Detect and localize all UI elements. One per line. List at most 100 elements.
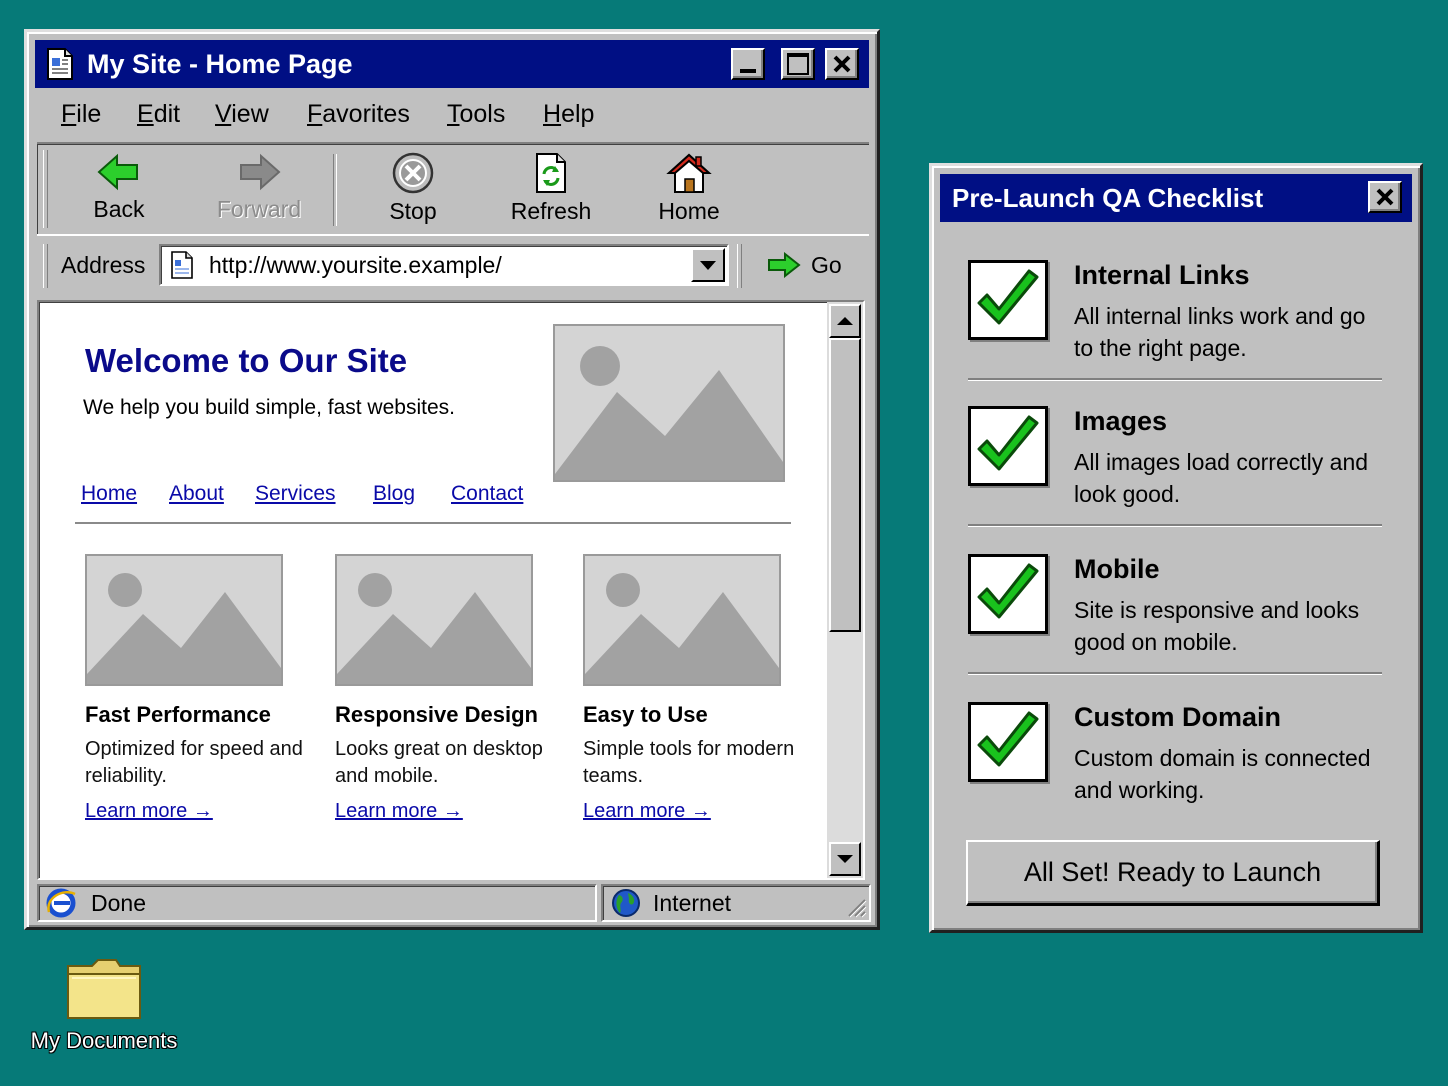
- menu-view[interactable]: View: [215, 100, 269, 129]
- card-learn-more-link[interactable]: Learn more →: [583, 800, 711, 823]
- page-heading: Welcome to Our Site: [85, 342, 408, 379]
- qa-close-button[interactable]: [1368, 181, 1402, 213]
- go-grip: [737, 244, 742, 288]
- checkmark-icon: [977, 711, 1039, 767]
- hero-image-placeholder: [553, 324, 785, 482]
- stop-button[interactable]: Stop: [353, 152, 473, 225]
- menu-edit[interactable]: Edit: [137, 100, 180, 129]
- image-placeholder-icon: [87, 573, 281, 684]
- back-button[interactable]: Back: [59, 152, 179, 223]
- qa-checkbox[interactable]: [968, 554, 1048, 634]
- qa-item-desc: All images load correctly and look good.: [1074, 449, 1369, 507]
- close-icon: [1376, 188, 1394, 206]
- toolbar-separator: [333, 154, 337, 226]
- minimize-button[interactable]: [731, 48, 765, 80]
- menu-favorites[interactable]: Favorites: [307, 100, 410, 129]
- card-title: Fast Performance: [85, 702, 271, 727]
- qa-checkbox[interactable]: [968, 702, 1048, 782]
- nav-link-services[interactable]: Services: [255, 482, 336, 506]
- checkmark-icon: [977, 563, 1039, 619]
- go-button[interactable]: Go: [759, 244, 855, 286]
- qa-item-title: Mobile: [1074, 554, 1160, 584]
- qa-titlebar[interactable]: Pre-Launch QA Checklist: [940, 174, 1412, 222]
- arrow-up-icon: [837, 317, 853, 325]
- browser-title: My Site - Home Page: [87, 48, 353, 79]
- status-bar: Done Internet: [37, 884, 871, 922]
- nav-link-contact[interactable]: Contact: [451, 482, 523, 506]
- status-panel-zone: Internet: [601, 884, 871, 922]
- address-dropdown-button[interactable]: [691, 248, 725, 282]
- qa-item-desc: Site is responsive and looks good on mob…: [1074, 597, 1360, 655]
- page-content: Welcome to Our Site We help you build si…: [37, 300, 865, 880]
- menu-help[interactable]: Help: [543, 100, 594, 129]
- scroll-up-button[interactable]: [829, 304, 861, 338]
- go-arrow-icon: [768, 252, 801, 278]
- card-learn-more-link[interactable]: Learn more →: [85, 800, 213, 823]
- browser-titlebar[interactable]: My Site - Home Page: [35, 40, 869, 88]
- nav-divider: [75, 522, 791, 524]
- menu-file[interactable]: File: [61, 100, 101, 129]
- forward-arrow-icon: [240, 153, 281, 191]
- qa-item-title: Internal Links: [1074, 260, 1250, 290]
- address-url: http://www.yoursite.example/: [209, 252, 502, 278]
- page-document-icon: [47, 48, 73, 80]
- qa-checkbox[interactable]: [968, 406, 1048, 486]
- arrow-down-icon: [837, 855, 853, 863]
- status-zone: Internet: [653, 889, 731, 916]
- card-learn-more-link[interactable]: Learn more →: [335, 800, 463, 823]
- scroll-down-button[interactable]: [829, 842, 861, 876]
- card-image-placeholder: [85, 554, 283, 686]
- status-text: Done: [91, 889, 146, 916]
- dropdown-arrow-icon: [700, 261, 716, 270]
- forward-button[interactable]: Forward: [199, 152, 319, 223]
- nav-link-blog[interactable]: Blog: [373, 482, 415, 506]
- qa-checkbox[interactable]: [968, 260, 1048, 340]
- ie-logo-icon: [46, 888, 76, 918]
- home-icon: [666, 153, 712, 193]
- image-placeholder-icon: [337, 573, 531, 684]
- card-title: Easy to Use: [583, 702, 708, 727]
- qa-checklist-window: Pre-Launch QA Checklist Internal Links A…: [929, 163, 1423, 933]
- vertical-scrollbar[interactable]: [827, 302, 863, 878]
- image-placeholder-icon: [585, 573, 779, 684]
- maximize-button[interactable]: [781, 48, 815, 80]
- minimize-icon: [740, 69, 756, 73]
- qa-item-desc: Custom domain is connected and working.: [1074, 745, 1371, 803]
- desktop-icon-label: My Documents: [30, 1028, 178, 1053]
- qa-item-title: Images: [1074, 406, 1168, 436]
- card-image-placeholder: [335, 554, 533, 686]
- checkmark-icon: [977, 269, 1039, 325]
- qa-item-desc: All internal links work and go to the ri…: [1074, 303, 1366, 361]
- nav-link-home[interactable]: Home: [81, 482, 137, 506]
- scroll-thumb[interactable]: [829, 338, 861, 632]
- resize-grip-icon[interactable]: [845, 896, 867, 918]
- menu-tools[interactable]: Tools: [447, 100, 505, 129]
- nav-link-about[interactable]: About: [169, 482, 224, 506]
- menu-bar: File Edit View Favorites Tools Help: [37, 94, 867, 138]
- home-button[interactable]: Home: [629, 152, 749, 225]
- card-text: Looks great on desktop and mobile.: [335, 738, 543, 787]
- card-title: Responsive Design: [335, 702, 538, 727]
- page-tagline: We help you build simple, fast websites.: [83, 396, 455, 419]
- card-image-placeholder: [583, 554, 781, 686]
- address-input[interactable]: http://www.yoursite.example/: [159, 244, 729, 286]
- image-placeholder-icon: [555, 346, 783, 480]
- qa-separator: [968, 524, 1382, 527]
- qa-item-title: Custom Domain: [1074, 702, 1282, 732]
- qa-separator: [968, 672, 1382, 675]
- globe-icon: [612, 889, 640, 917]
- maximize-icon: [787, 53, 809, 75]
- card-text: Optimized for speed and reliability.: [85, 738, 303, 787]
- refresh-icon: [536, 153, 566, 193]
- qa-separator: [968, 378, 1382, 381]
- ready-to-launch-button[interactable]: All Set! Ready to Launch: [966, 840, 1380, 906]
- address-bar: Address http://www.yoursite.example/ Go: [37, 238, 869, 294]
- address-grip[interactable]: [43, 244, 48, 288]
- checkmark-icon: [977, 415, 1039, 471]
- card-text: Simple tools for modern teams.: [583, 738, 795, 787]
- folder-icon: [67, 959, 141, 1019]
- desktop-icon-my-documents[interactable]: My Documents: [24, 956, 184, 1054]
- toolbar-grip[interactable]: [43, 150, 48, 228]
- close-button[interactable]: [825, 48, 859, 80]
- refresh-button[interactable]: Refresh: [491, 152, 611, 225]
